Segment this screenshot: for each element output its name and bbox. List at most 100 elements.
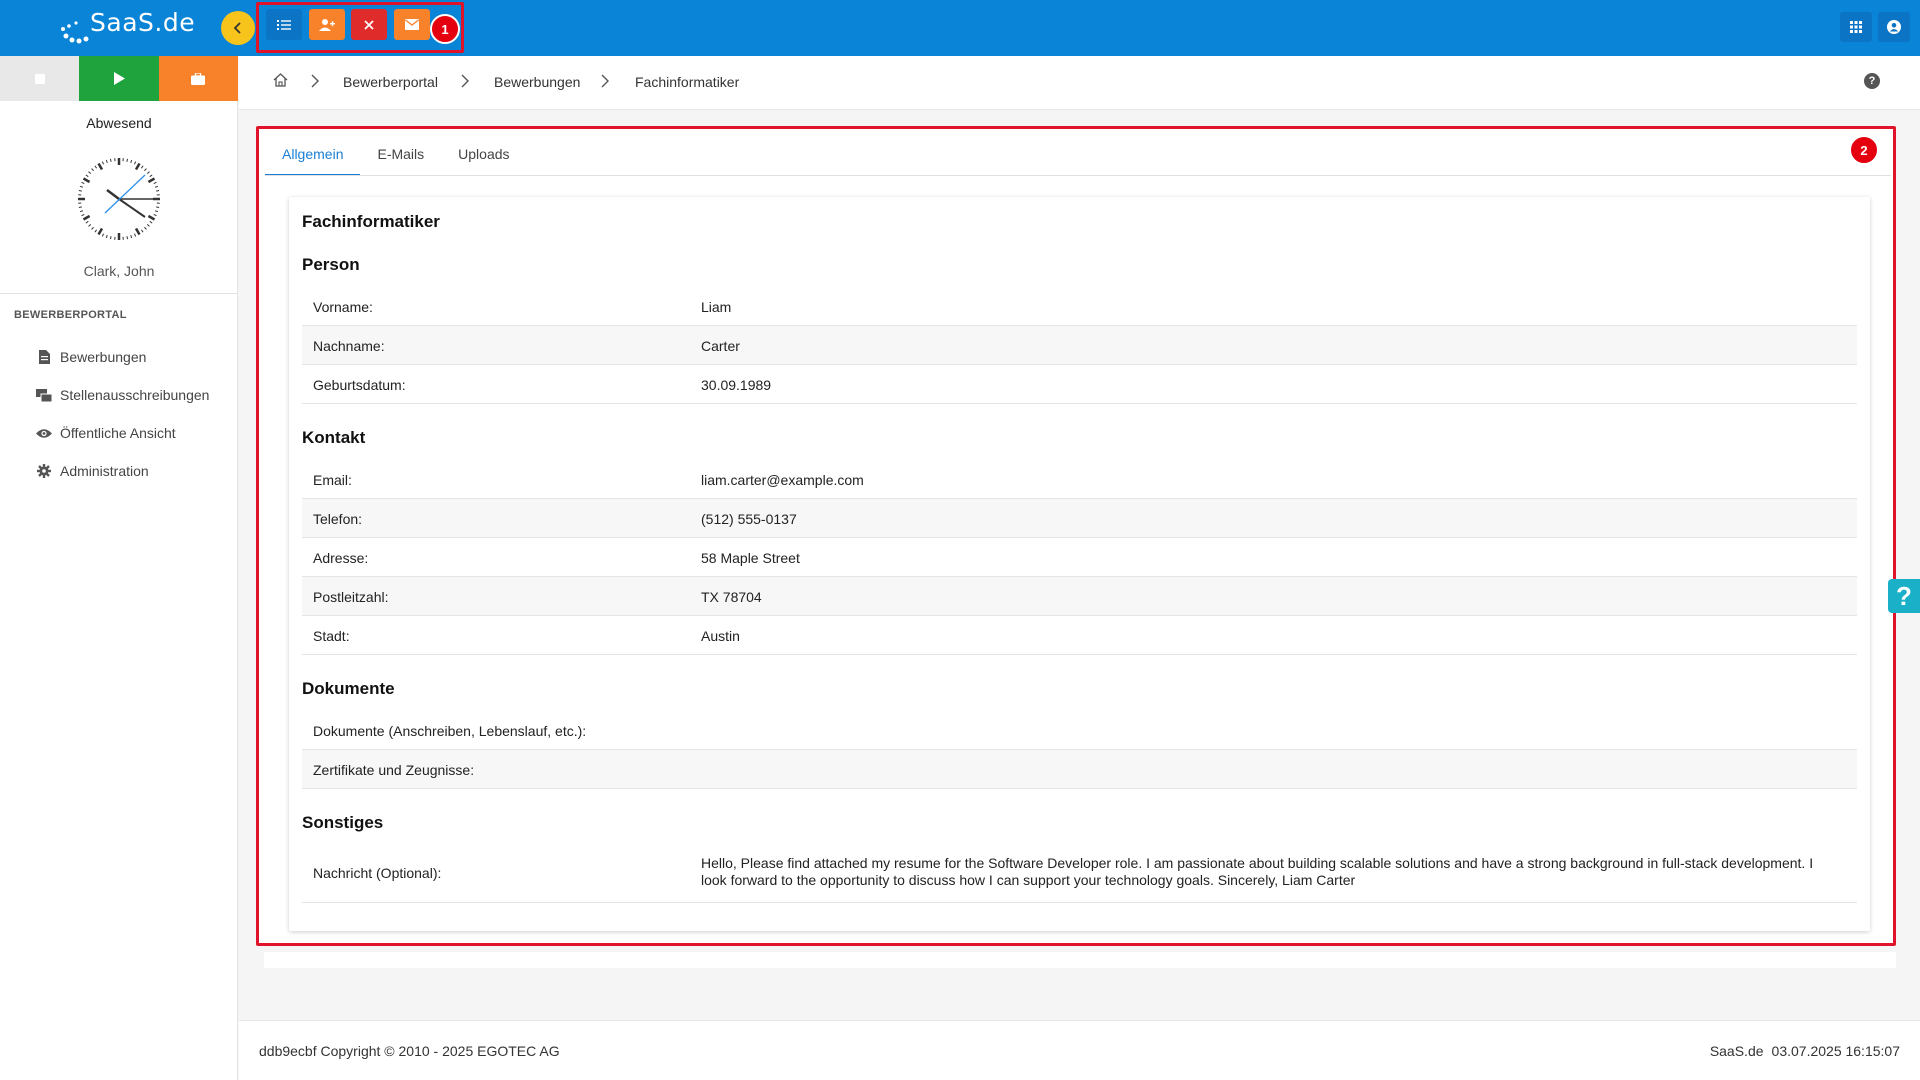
row-value: 30.09.1989 (701, 377, 772, 393)
user-circle-icon (1887, 20, 1901, 34)
add-user-icon (319, 18, 335, 31)
gear-icon (37, 464, 51, 478)
chevron-left-icon (233, 22, 241, 34)
chevron-right-icon (311, 74, 319, 88)
row-label: Postleitzahl: (313, 589, 389, 605)
envelope-icon (405, 19, 419, 30)
break-button[interactable] (158, 56, 238, 101)
footer: ddb9ecbf Copyright © 2010 - 2025 EGOTEC … (239, 1020, 1920, 1080)
stop-icon (34, 73, 45, 84)
row-value: Hello, Please find attached my resume fo… (701, 855, 1814, 888)
table-row: Postleitzahl: TX 78704 (302, 577, 1857, 616)
row-label: Adresse: (313, 550, 369, 566)
row-label: Nachricht (Optional): (313, 865, 442, 881)
grid-icon (1850, 21, 1862, 33)
tab-bar: Allgemein E-Mails Uploads (265, 140, 527, 176)
row-value: liam.carter@example.com (701, 472, 864, 488)
sidebar-item-bewerbungen[interactable]: Bewerbungen (36, 346, 146, 368)
sidebar-divider (0, 293, 238, 294)
tab-divider (265, 175, 1891, 176)
row-label: Nachname: (313, 338, 385, 354)
sidebar-item-label: Öffentliche Ansicht (60, 425, 176, 441)
row-value: Liam (701, 299, 732, 315)
table-row: Geburtsdatum: 30.09.1989 (302, 365, 1857, 404)
mail-button[interactable] (394, 9, 430, 40)
sidebar-item-oeffentliche-ansicht[interactable]: Öffentliche Ansicht (36, 422, 176, 444)
table-row: Dokumente (Anschreiben, Lebenslauf, etc.… (302, 711, 1857, 750)
eye-icon (36, 428, 52, 438)
logo[interactable]: SaaS.de (60, 4, 195, 52)
section-sonstiges: Sonstiges (302, 813, 384, 832)
tab-emails[interactable]: E-Mails (360, 140, 441, 176)
stop-button[interactable] (0, 56, 80, 101)
sidebar-item-label: Administration (60, 463, 149, 479)
section-kontakt: Kontakt (302, 428, 366, 447)
user-menu-button[interactable] (1878, 12, 1910, 42)
row-value: (512) 555-0137 (701, 511, 797, 527)
home-icon (273, 73, 288, 87)
tab-uploads[interactable]: Uploads (441, 140, 526, 176)
sidebar: Abwesend Clark, John BEWERBERPORTAL Bewe… (0, 56, 238, 1080)
table-row: Telefon: (512) 555-0137 (302, 499, 1857, 538)
document-icon (38, 350, 50, 364)
sidebar-section-title: BEWERBERPORTAL (14, 309, 127, 321)
postings-icon (36, 388, 52, 402)
row-label: Telefon: (313, 511, 363, 527)
status-label: Abwesend (86, 115, 152, 131)
breadcrumb-home[interactable] (273, 73, 288, 90)
close-button[interactable] (351, 9, 387, 40)
sidebar-item-label: Stellenausschreibungen (60, 387, 210, 403)
table-row: Zertifikate und Zeugnisse: (302, 750, 1857, 789)
row-label: Stadt: (313, 628, 350, 644)
section-dokumente: Dokumente (302, 679, 395, 698)
sidebar-item-stellenausschreibungen[interactable]: Stellenausschreibungen (36, 384, 209, 406)
row-label: Email: (313, 472, 352, 488)
apps-button[interactable] (1840, 12, 1872, 42)
row-label: Dokumente (Anschreiben, Lebenslauf, etc.… (313, 723, 587, 739)
breadcrumb-current: Fachinformatiker (635, 74, 740, 90)
chevron-right-icon (461, 74, 469, 88)
logo-text: SaaS.de (90, 8, 196, 37)
row-value: Carter (701, 338, 740, 354)
section-person: Person (302, 255, 360, 274)
table-row: Stadt: Austin (302, 616, 1857, 655)
breadcrumb: Bewerberportal Bewerbungen Fachinformati… (239, 56, 1920, 110)
table-row: Adresse: 58 Maple Street (302, 538, 1857, 577)
table-row: Nachricht (Optional): Hello, Please find … (302, 845, 1857, 903)
sidebar-item-administration[interactable]: Administration (36, 460, 149, 482)
play-icon (113, 72, 125, 85)
list-button[interactable] (266, 9, 302, 40)
briefcase-icon (191, 72, 206, 85)
content-footer-strip (264, 952, 1896, 968)
user-name: Clark, John (83, 263, 155, 279)
sidebar-collapse-button[interactable] (221, 11, 255, 45)
help-icon[interactable]: ? (1864, 73, 1880, 89)
row-value: 58 Maple Street (701, 550, 800, 566)
chevron-right-icon (601, 74, 609, 88)
copyright: ddb9ecbf Copyright © 2010 - 2025 EGOTEC … (259, 1043, 560, 1059)
table-row: Vorname: Liam (302, 287, 1857, 326)
breadcrumb-item[interactable]: Bewerbungen (494, 74, 580, 90)
annotation-badge-1: 1 (430, 14, 460, 44)
annotation-badge-2: 2 (1849, 135, 1879, 165)
breadcrumb-item[interactable]: Bewerberportal (343, 74, 438, 90)
start-button[interactable] (79, 56, 159, 101)
sidebar-item-label: Bewerbungen (60, 349, 147, 365)
footer-datetime: 03.07.2025 16:15:07 (1771, 1043, 1900, 1059)
add-user-button[interactable] (309, 9, 345, 40)
footer-brand: SaaS.de (1709, 1043, 1764, 1059)
table-row: Nachname: Carter (302, 326, 1857, 365)
footer-info: SaaS.de 03.07.2025 16:15:07 (1710, 1043, 1900, 1059)
row-label: Vorname: (313, 299, 373, 315)
tab-allgemein[interactable]: Allgemein (265, 140, 361, 176)
status-buttons (0, 56, 238, 101)
clock-icon (78, 158, 160, 240)
application-title: Fachinformatiker (302, 212, 440, 231)
row-value: Austin (701, 628, 740, 644)
floating-help-button[interactable]: ? (1888, 579, 1920, 613)
row-value: TX 78704 (701, 589, 762, 605)
list-icon (277, 19, 291, 30)
row-label: Zertifikate und Zeugnisse: (313, 762, 475, 778)
table-row: Email: liam.carter@example.com (302, 460, 1857, 499)
row-label: Geburtsdatum: (313, 377, 406, 393)
